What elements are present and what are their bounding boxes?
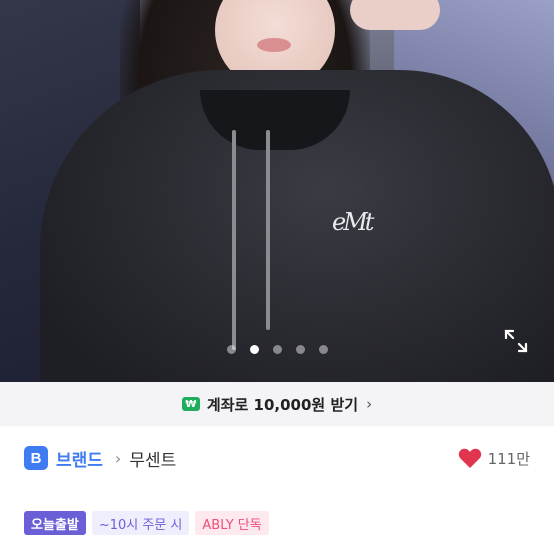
brand-name-link[interactable]: 무센트 [129, 446, 176, 471]
garment-logo: eMt [332, 208, 374, 236]
brand-breadcrumb: B 브랜드 › 무센트 111만 [24, 442, 530, 474]
promo-text: 계좌로 10,000원 받기 [206, 395, 359, 414]
carousel-dot[interactable] [318, 345, 328, 354]
brand-type-link[interactable]: 브랜드 [56, 446, 103, 471]
order-deadline-badge: ~10시 주문 시 [91, 511, 190, 535]
like-count: 111만 [487, 449, 530, 468]
like-button[interactable]: 111만 [458, 447, 530, 469]
won-currency-icon: ₩ [181, 397, 200, 411]
carousel-dot[interactable] [226, 345, 236, 354]
carousel-dot[interactable] [295, 345, 305, 354]
chevron-right-icon: › [366, 395, 373, 413]
product-image-carousel[interactable]: eMt [0, 0, 554, 382]
brand-badge-icon: B [24, 446, 48, 470]
model-lips [257, 38, 291, 52]
carousel-pagination [0, 345, 554, 354]
fullscreen-expand-icon[interactable] [503, 328, 529, 354]
carousel-dot-active[interactable] [249, 345, 259, 354]
chevron-right-icon: › [114, 448, 122, 468]
ably-exclusive-badge: ABLY 단독 [195, 511, 269, 535]
drawstring-right [266, 130, 270, 330]
shipping-tags: 오늘출발 ~10시 주문 시 ABLY 단독 [24, 511, 269, 535]
today-shipping-badge: 오늘출발 [24, 511, 86, 535]
model-hand [350, 0, 440, 30]
drawstring-left [232, 130, 236, 350]
carousel-dot[interactable] [272, 345, 282, 354]
account-reward-banner[interactable]: ₩ 계좌로 10,000원 받기 › [0, 382, 554, 426]
heart-icon [458, 448, 481, 468]
